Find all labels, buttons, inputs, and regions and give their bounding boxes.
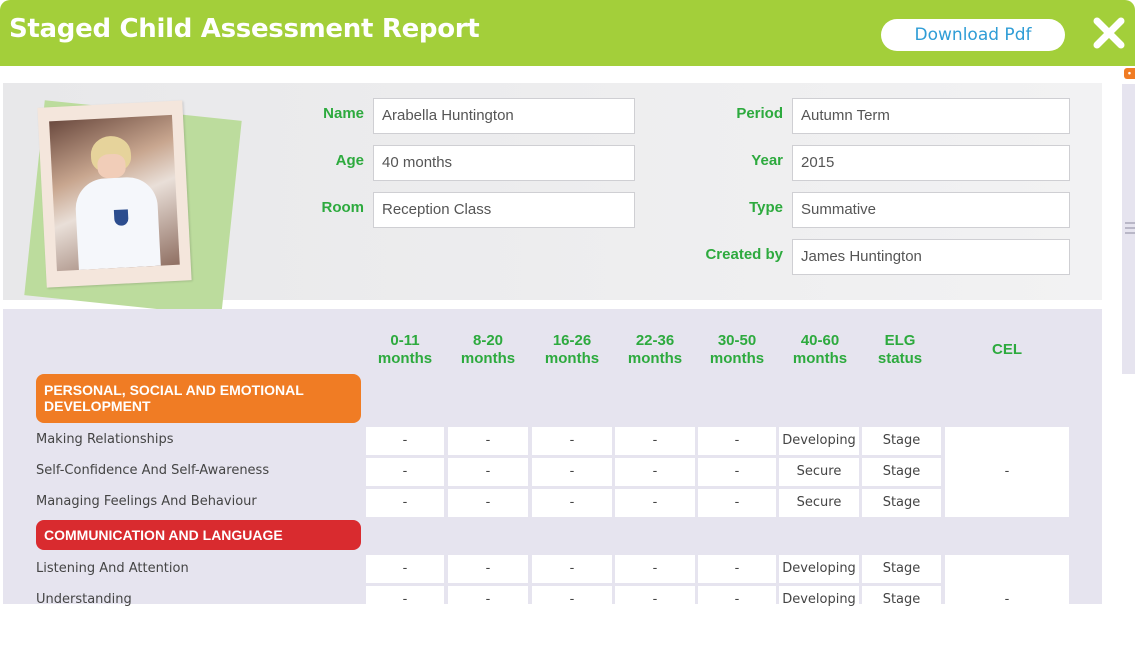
age-label: Age	[335, 152, 364, 169]
row-label-managing-feelings: Managing Feelings And Behaviour	[36, 494, 257, 509]
cel-cell: -	[945, 555, 1069, 607]
photo-frame	[37, 100, 192, 288]
table-cell: -	[448, 489, 528, 517]
table-cell: -	[532, 555, 612, 583]
table-cell: Stage	[862, 427, 941, 455]
table-cell: -	[532, 427, 612, 455]
page-title: Staged Child Assessment Report	[9, 14, 480, 44]
table-cell: -	[698, 586, 776, 614]
column-header-cel: CEL	[992, 341, 1022, 358]
table-cell: -	[615, 586, 695, 614]
table-cell: Stage	[862, 586, 941, 614]
room-label: Room	[321, 199, 365, 216]
cel-cell: -	[945, 427, 1069, 517]
column-header-22-36: 22-36 months	[627, 332, 683, 367]
type-field[interactable]: Summative	[792, 192, 1070, 228]
row-label-self-confidence: Self-Confidence And Self-Awareness	[36, 463, 270, 478]
child-photo	[49, 114, 180, 272]
table-cell: -	[698, 555, 776, 583]
table-cell: -	[615, 489, 695, 517]
table-cell: -	[532, 586, 612, 614]
row-label-understanding: Understanding	[36, 592, 132, 607]
table-cell: Stage	[862, 555, 941, 583]
name-field[interactable]: Arabella Huntington	[373, 98, 635, 134]
column-header-0-11: 0-11 months	[377, 332, 433, 367]
table-cell: Developing	[779, 555, 859, 583]
table-cell: -	[448, 458, 528, 486]
table-cell: Stage	[862, 489, 941, 517]
age-field[interactable]: 40 months	[373, 145, 635, 181]
year-field[interactable]: 2015	[792, 145, 1070, 181]
table-cell: Stage	[862, 458, 941, 486]
row-label-making-relationships: Making Relationships	[36, 432, 174, 447]
table-cell: -	[366, 586, 444, 614]
table-cell: Secure	[779, 458, 859, 486]
table-cell: -	[698, 458, 776, 486]
created-by-field[interactable]: James Huntington	[792, 239, 1070, 275]
table-cell: Developing	[779, 427, 859, 455]
type-label: Type	[749, 199, 783, 216]
table-cell: -	[615, 458, 695, 486]
download-pdf-button[interactable]: Download Pdf	[881, 19, 1065, 51]
close-icon[interactable]	[1092, 16, 1126, 50]
column-header-elg-status: ELG status	[877, 332, 923, 367]
table-cell: -	[448, 555, 528, 583]
table-cell: -	[366, 458, 444, 486]
table-cell: -	[532, 458, 612, 486]
period-field[interactable]: Autumn Term	[792, 98, 1070, 134]
table-cell: -	[366, 427, 444, 455]
table-cell: -	[366, 489, 444, 517]
year-label: Year	[751, 152, 783, 169]
column-header-8-20: 8-20 months	[460, 332, 516, 367]
scroll-indicator-icon: •	[1124, 68, 1135, 79]
table-cell: -	[615, 555, 695, 583]
table-cell: Developing	[779, 586, 859, 614]
section-header-personal-social-emotional: PERSONAL, SOCIAL AND EMOTIONAL DEVELOPME…	[36, 374, 361, 423]
table-cell: -	[448, 427, 528, 455]
table-cell: -	[448, 586, 528, 614]
table-cell: -	[532, 489, 612, 517]
name-label: Name	[323, 105, 364, 122]
scrollbar-grip-icon	[1125, 222, 1135, 236]
table-cell: -	[698, 427, 776, 455]
column-header-30-50: 30-50 months	[709, 332, 765, 367]
room-field[interactable]: Reception Class	[373, 192, 635, 228]
column-header-16-26: 16-26 months	[544, 332, 600, 367]
table-cell: -	[698, 489, 776, 517]
table-cell: Secure	[779, 489, 859, 517]
created-by-label: Created by	[705, 246, 783, 263]
row-label-listening-attention: Listening And Attention	[36, 561, 189, 576]
period-label: Period	[736, 105, 783, 122]
table-cell: -	[366, 555, 444, 583]
table-cell: -	[615, 427, 695, 455]
column-header-40-60: 40-60 months	[792, 332, 848, 367]
section-header-communication-language: COMMUNICATION AND LANGUAGE	[36, 520, 361, 550]
